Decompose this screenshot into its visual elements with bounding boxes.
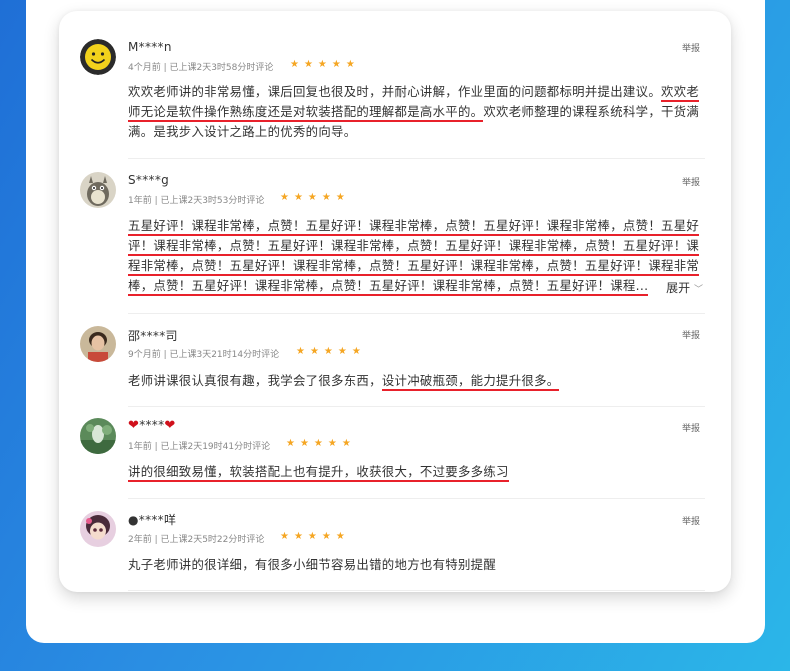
- divider: [128, 406, 705, 407]
- review-text: 丸子老师讲的很详细，有很多小细节容易出错的地方也有特别提醒: [128, 555, 704, 575]
- avatar: [80, 418, 116, 454]
- review-meta: 1年前 | 已上课2天3时53分时评论: [128, 196, 265, 206]
- reviewer-name: ❤****❤: [128, 418, 176, 433]
- rating-stars: ★★★★★: [280, 192, 350, 203]
- report-link[interactable]: 举报: [682, 421, 700, 434]
- reviewer-name: S****g: [128, 173, 170, 187]
- report-link[interactable]: 举报: [682, 514, 700, 527]
- review-meta: 4个月前 | 已上课2天3时58分时评论: [128, 63, 274, 73]
- review-text: 欢欢老师讲的非常易懂，课后回复也很及时，并耐心讲解，作业里面的问题都标明并提出建…: [128, 82, 704, 142]
- heart-icon: ❤: [128, 418, 140, 433]
- review-meta: 9个月前 | 已上课3天21时14分时评论: [128, 350, 280, 360]
- avatar: [80, 326, 116, 362]
- avatar: [80, 39, 116, 75]
- rating-stars: ★★★★★: [296, 346, 366, 357]
- expand-button[interactable]: 展开 ﹀: [660, 279, 703, 296]
- review-text: 五星好评！课程非常棒，点赞！五星好评！课程非常棒，点赞！五星好评！课程非常棒，点…: [128, 216, 708, 296]
- rating-stars: ★★★★★: [290, 59, 360, 70]
- report-link[interactable]: 举报: [682, 328, 700, 341]
- review-text: 老师讲课很认真很有趣，我学会了很多东西，设计冲破瓶颈，能力提升很多。: [128, 371, 704, 391]
- heart-icon: ❤: [164, 418, 176, 433]
- review-text-highlighted: 五星好评！课程非常棒，点赞！五星好评！课程非常棒，点赞！五星好评！课程非常棒，点…: [128, 218, 700, 296]
- expand-label: 展开: [666, 281, 691, 295]
- reviewer-name: M****n: [128, 40, 172, 54]
- review-meta: 1年前 | 已上课2天19时41分时评论: [128, 442, 271, 452]
- report-link[interactable]: 举报: [682, 41, 700, 54]
- avatar: [80, 172, 116, 208]
- reviewer-name: ●****咩: [128, 513, 177, 527]
- review-text-plain: 欢欢老师讲的非常易懂，课后回复也很及时，并耐心讲解，作业里面的问题都标明并提出建…: [128, 84, 662, 99]
- report-link[interactable]: 举报: [682, 175, 700, 188]
- review-meta: 2年前 | 已上课2天5时22分时评论: [128, 535, 265, 545]
- chevron-down-icon: ﹀: [693, 285, 703, 295]
- divider: [128, 498, 705, 499]
- review-text-plain: 老师讲课很认真很有趣，我学会了很多东西，: [128, 373, 382, 388]
- review-text: 讲的很细致易懂，软装搭配上也有提升，收获很大，不过要多多练习: [128, 462, 704, 482]
- divider: [128, 590, 705, 591]
- review-text-highlighted: 讲的很细致易懂，软装搭配上也有提升，收获很大，不过要多多练习: [128, 464, 509, 482]
- avatar: [80, 511, 116, 547]
- rating-stars: ★★★★★: [286, 438, 356, 449]
- rating-stars: ★★★★★: [280, 531, 350, 542]
- review-list-card: M****n 4个月前 | 已上课2天3时58分时评论 ★★★★★ 举报 欢欢老…: [59, 11, 731, 592]
- review-text-highlighted: 设计冲破瓶颈，能力提升很多。: [381, 373, 560, 391]
- review-text-plain: 丸子老师讲的很详细，有很多小细节容易出错的地方也有特别提醒: [128, 557, 497, 572]
- reviewer-name: 邵****司: [128, 329, 178, 343]
- divider: [128, 158, 705, 159]
- divider: [128, 313, 705, 314]
